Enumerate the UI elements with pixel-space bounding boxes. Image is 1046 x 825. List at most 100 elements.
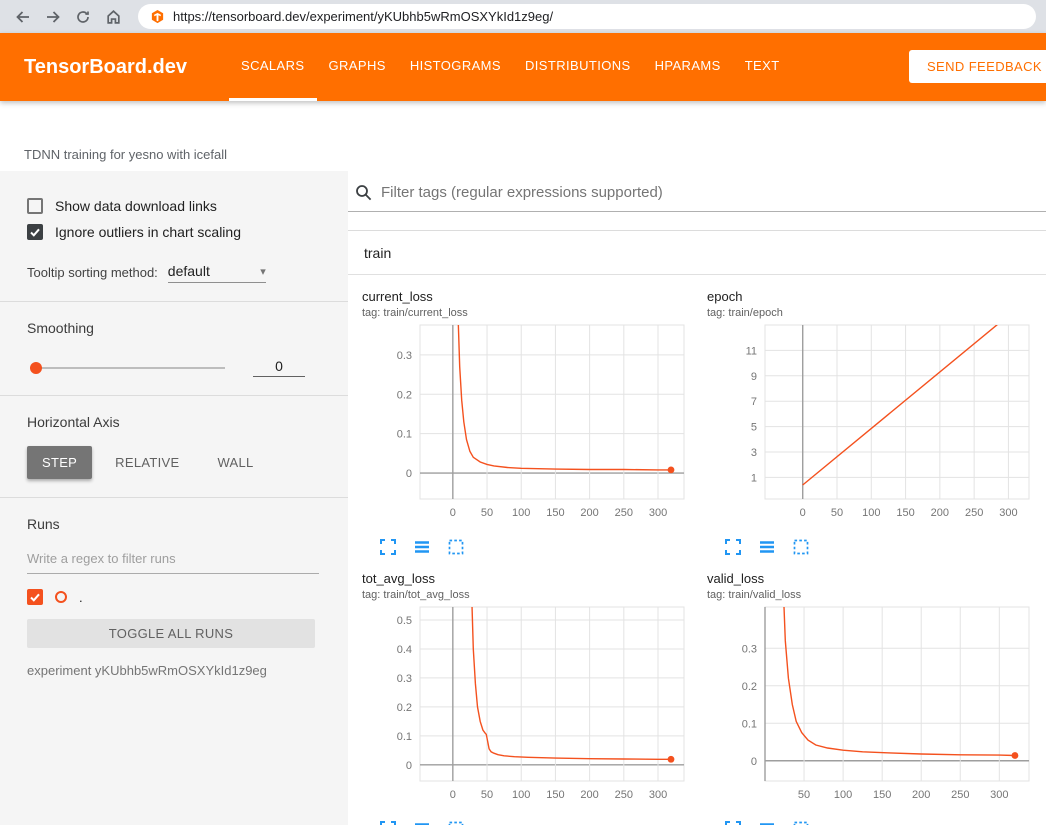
svg-text:0.5: 0.5 xyxy=(397,615,412,627)
axis-relative-button[interactable]: RELATIVE xyxy=(100,446,194,479)
section-title: train xyxy=(364,245,391,261)
app-title: TensorBoard.dev xyxy=(24,56,187,79)
chart-card-valid_loss: valid_losstag: train/valid_loss00.10.20.… xyxy=(699,561,1041,825)
tab-distributions[interactable]: DISTRIBUTIONS xyxy=(513,33,643,101)
tab-histograms[interactable]: HISTOGRAMS xyxy=(398,33,513,101)
runs-list-icon[interactable] xyxy=(759,539,775,555)
svg-text:150: 150 xyxy=(873,789,891,801)
svg-text:150: 150 xyxy=(896,507,914,519)
svg-text:300: 300 xyxy=(990,789,1008,801)
run-name: . xyxy=(79,590,83,605)
svg-text:5: 5 xyxy=(751,422,757,434)
expand-chart-icon[interactable] xyxy=(380,539,396,555)
fit-domain-icon[interactable] xyxy=(793,821,809,825)
ignore-outliers-label: Ignore outliers in chart scaling xyxy=(55,224,241,240)
chart-plot[interactable]: 00.10.20.3050100150200250300 xyxy=(362,319,698,531)
svg-text:250: 250 xyxy=(951,789,969,801)
svg-text:0: 0 xyxy=(450,507,456,519)
runs-label: Runs xyxy=(0,516,348,532)
ignore-outliers-checkbox[interactable]: Ignore outliers in chart scaling xyxy=(0,219,348,245)
tab-scalars[interactable]: SCALARS xyxy=(229,33,317,101)
svg-text:300: 300 xyxy=(999,507,1017,519)
chart-title: valid_loss xyxy=(707,571,1041,586)
tag-filter-input[interactable] xyxy=(381,184,1046,201)
svg-text:250: 250 xyxy=(615,789,633,801)
tooltip-sorting-dropdown[interactable]: default ▾ xyxy=(168,263,266,283)
checkbox-unchecked-icon xyxy=(27,198,43,214)
chart-card-epoch: epochtag: train/epoch1357911050100150200… xyxy=(699,279,1041,561)
toggle-all-runs-button[interactable]: TOGGLE ALL RUNS xyxy=(27,619,315,648)
send-feedback-button[interactable]: SEND FEEDBACK xyxy=(909,50,1046,83)
slider-knob[interactable] xyxy=(30,362,42,374)
axis-step-button[interactable]: STEP xyxy=(27,446,92,479)
expand-chart-icon[interactable] xyxy=(725,821,741,825)
smoothing-row: 0 xyxy=(0,358,348,377)
run-item[interactable]: . xyxy=(0,589,348,605)
app-header: TensorBoard.dev SCALARS GRAPHS HISTOGRAM… xyxy=(0,33,1046,101)
svg-text:0.2: 0.2 xyxy=(742,681,757,693)
svg-text:0: 0 xyxy=(800,507,806,519)
tensorboard-favicon-icon xyxy=(150,9,165,24)
tooltip-sorting-value: default xyxy=(168,263,210,279)
forward-icon[interactable] xyxy=(40,4,66,30)
tag-filter-row xyxy=(348,171,1046,212)
show-download-links-label: Show data download links xyxy=(55,198,217,214)
expand-chart-icon[interactable] xyxy=(725,539,741,555)
svg-text:0.2: 0.2 xyxy=(397,389,412,401)
svg-text:100: 100 xyxy=(834,789,852,801)
runs-list-icon[interactable] xyxy=(759,821,775,825)
chart-plot[interactable]: 1357911050100150200250300 xyxy=(707,319,1043,531)
chart-tag: tag: train/current_loss xyxy=(362,307,696,319)
svg-text:0.3: 0.3 xyxy=(742,643,757,655)
svg-text:9: 9 xyxy=(751,371,757,383)
main-panel: train current_loss tag: train/current_los… xyxy=(348,171,1046,825)
svg-text:1: 1 xyxy=(751,472,757,484)
runs-filter-input[interactable] xyxy=(27,548,319,574)
expand-chart-icon[interactable] xyxy=(380,821,396,825)
back-icon[interactable] xyxy=(10,4,36,30)
runs-list-icon[interactable] xyxy=(414,539,430,555)
reload-icon[interactable] xyxy=(70,4,96,30)
fit-domain-icon[interactable] xyxy=(448,821,464,825)
sidebar: Show data download links Ignore outliers… xyxy=(0,171,348,825)
fit-domain-icon[interactable] xyxy=(448,539,464,555)
runs-list-icon[interactable] xyxy=(414,821,430,825)
chart-plot[interactable]: 00.10.20.350100150200250300 xyxy=(707,601,1043,813)
chart-title: epoch xyxy=(707,289,1041,304)
chart-toolbar xyxy=(380,539,696,555)
experiment-id-label: experiment yKUbhb5wRmOSXYkId1z9eg xyxy=(27,663,348,678)
smoothing-value[interactable]: 0 xyxy=(253,358,305,377)
svg-text:100: 100 xyxy=(512,507,530,519)
chart-title: current_loss xyxy=(362,289,696,304)
smoothing-slider[interactable] xyxy=(33,367,225,369)
svg-text:50: 50 xyxy=(831,507,843,519)
tab-hparams[interactable]: HPARAMS xyxy=(643,33,733,101)
run-color-circle-icon xyxy=(55,591,67,603)
fit-domain-icon[interactable] xyxy=(793,539,809,555)
chart-card-tot_avg_loss: tot_avg_losstag: train/tot_avg_loss00.10… xyxy=(354,561,696,825)
chart-tag: tag: train/valid_loss xyxy=(707,589,1041,601)
chart-tag: tag: train/epoch xyxy=(707,307,1041,319)
tab-text[interactable]: TEXT xyxy=(733,33,792,101)
browser-toolbar: https://tensorboard.dev/experiment/yKUbh… xyxy=(0,0,1046,33)
svg-text:0.1: 0.1 xyxy=(397,731,412,743)
svg-text:300: 300 xyxy=(649,507,667,519)
url-text: https://tensorboard.dev/experiment/yKUbh… xyxy=(173,9,553,24)
run-checkbox[interactable] xyxy=(27,589,43,605)
svg-text:250: 250 xyxy=(965,507,983,519)
experiment-description: TDNN training for yesno with icefall xyxy=(0,101,1046,171)
axis-wall-button[interactable]: WALL xyxy=(202,446,268,479)
chart-toolbar xyxy=(725,539,1041,555)
horizontal-axis-buttons: STEP RELATIVE WALL xyxy=(0,446,348,479)
show-download-links-checkbox[interactable]: Show data download links xyxy=(0,193,348,219)
home-icon[interactable] xyxy=(100,4,126,30)
horizontal-axis-label: Horizontal Axis xyxy=(0,414,348,430)
train-section-header[interactable]: train xyxy=(348,231,1046,275)
chart-plot[interactable]: 00.10.20.30.40.5050100150200250300 xyxy=(362,601,698,813)
charts-grid: current_loss tag: train/current_loss 0 0.1 0… xyxy=(348,275,1046,825)
svg-text:0: 0 xyxy=(406,760,412,772)
tab-graphs[interactable]: GRAPHS xyxy=(317,33,398,101)
svg-text:0.3: 0.3 xyxy=(397,673,412,685)
train-section-card: train current_loss tag: train/current_los… xyxy=(348,230,1046,825)
address-bar[interactable]: https://tensorboard.dev/experiment/yKUbh… xyxy=(138,4,1036,29)
